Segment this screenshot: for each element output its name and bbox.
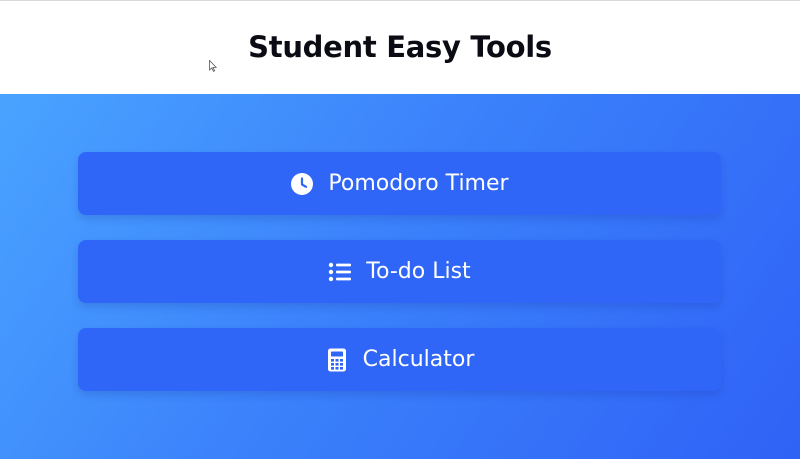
mouse-cursor-icon (209, 60, 217, 72)
tools-panel: Pomodoro Timer To-do List Calculator (0, 94, 800, 459)
calculator-button[interactable]: Calculator (78, 328, 721, 391)
app-page: Student Easy Tools Pomodoro Timer To-do … (0, 0, 800, 459)
pomodoro-timer-label: Pomodoro Timer (328, 171, 509, 196)
todo-list-label: To-do List (366, 259, 471, 284)
app-header: Student Easy Tools (0, 0, 800, 94)
calculator-icon (325, 348, 349, 372)
pomodoro-timer-button[interactable]: Pomodoro Timer (78, 152, 721, 215)
page-title: Student Easy Tools (248, 29, 552, 64)
calculator-label: Calculator (362, 347, 475, 372)
todo-list-button[interactable]: To-do List (78, 240, 721, 303)
clock-icon (290, 172, 314, 196)
list-icon (328, 260, 352, 284)
